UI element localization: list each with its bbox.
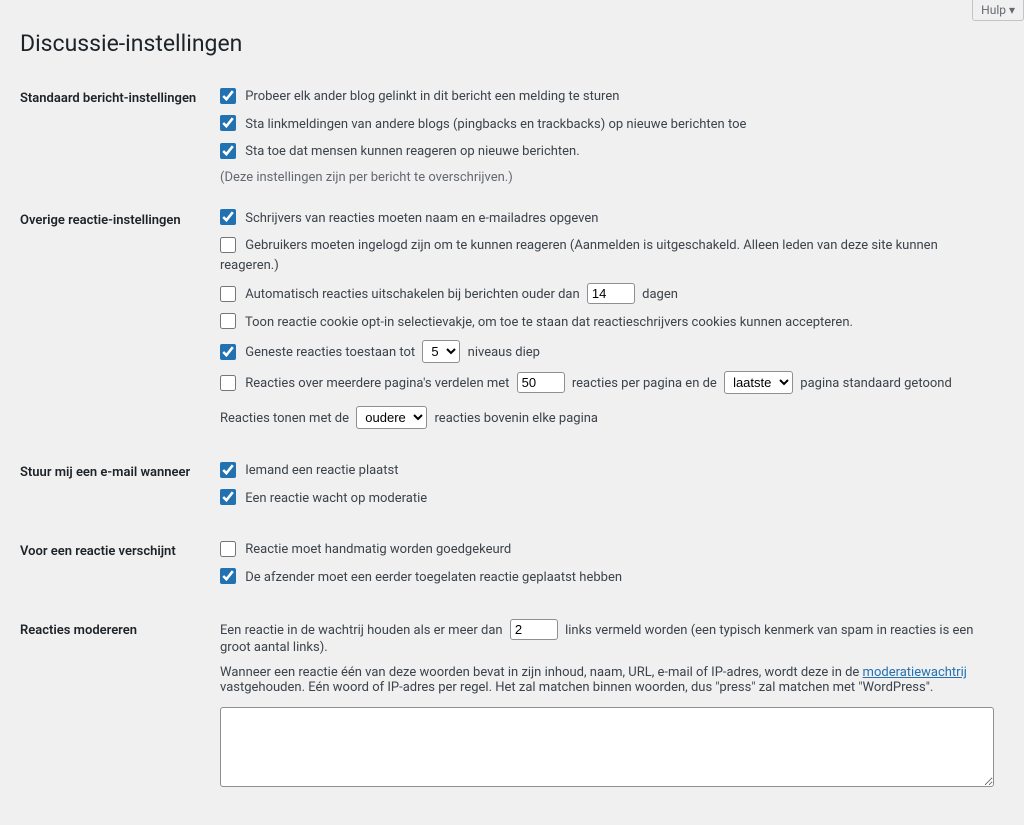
default-opt2-text: Sta linkmeldingen van andere blogs (ping…: [245, 117, 746, 132]
default-opt2-label[interactable]: Sta linkmeldingen van andere blogs (ping…: [220, 115, 994, 135]
per-page-input[interactable]: [517, 372, 565, 393]
comment-order-select[interactable]: oudere: [356, 406, 427, 429]
other-opt7-post: reacties bovenin elke pagina: [435, 411, 598, 426]
default-page-select[interactable]: laatste: [724, 371, 793, 394]
other-opt5-pre: Geneste reacties toestaan tot: [245, 345, 415, 360]
default-opt2-checkbox[interactable]: [220, 115, 236, 131]
page-title: Discussie-instellingen: [20, 30, 1004, 57]
other-opt4-text: Toon reactie cookie opt-in selectievakje…: [245, 315, 853, 330]
section-heading-before: Voor een reactie verschijnt: [20, 530, 220, 609]
other-opt6-post: pagina standaard getoond: [800, 376, 952, 391]
email-opt1-checkbox[interactable]: [220, 462, 236, 478]
section-heading-email: Stuur mij een e-mail wanneer: [20, 451, 220, 530]
section-heading-moderate: Reacties modereren: [20, 609, 220, 805]
before-opt1-text: Reactie moet handmatig worden goedgekeur…: [245, 542, 511, 557]
close-days-input[interactable]: [587, 283, 635, 304]
max-links-input[interactable]: [510, 619, 558, 640]
other-opt1-text: Schrijvers van reacties moeten naam en e…: [245, 211, 598, 226]
other-opt2-checkbox[interactable]: [220, 237, 236, 253]
before-opt2-text: De afzender moet een eerder toegelaten r…: [245, 570, 622, 585]
email-opt2-text: Een reactie wacht op moderatie: [245, 491, 427, 506]
default-opt1-text: Probeer elk ander blog gelinkt in dit be…: [245, 89, 619, 104]
other-opt4-checkbox[interactable]: [220, 313, 236, 329]
default-opt3-checkbox[interactable]: [220, 143, 236, 159]
other-opt3-post: dagen: [642, 287, 678, 302]
other-opt6-label[interactable]: Reacties over meerdere pagina's verdelen…: [220, 371, 994, 394]
other-opt5-label[interactable]: Geneste reacties toestaan tot 5 niveaus …: [220, 340, 994, 363]
before-opt2-label[interactable]: De afzender moet een eerder toegelaten r…: [220, 568, 994, 588]
default-note: (Deze instellingen zijn per bericht te o…: [220, 170, 994, 185]
email-opt1-label[interactable]: Iemand een reactie plaatst: [220, 461, 994, 481]
moderation-keys-textarea[interactable]: [220, 707, 994, 787]
before-opt1-checkbox[interactable]: [220, 541, 236, 557]
default-opt1-label[interactable]: Probeer elk ander blog gelinkt in dit be…: [220, 87, 994, 107]
other-opt1-checkbox[interactable]: [220, 209, 236, 225]
other-opt2-text: Gebruikers moeten ingelogd zijn om te ku…: [220, 238, 938, 273]
moderate-p1-pre: Een reactie in de wachtrij houden als er…: [220, 623, 503, 638]
thread-depth-select[interactable]: 5: [422, 340, 460, 363]
other-opt2-label[interactable]: Gebruikers moeten ingelogd zijn om te ku…: [220, 236, 994, 275]
other-opt6-pre: Reacties over meerdere pagina's verdelen…: [245, 376, 509, 391]
before-opt1-label[interactable]: Reactie moet handmatig worden goedgekeur…: [220, 540, 994, 560]
moderate-p2-pre: Wanneer een reactie één van deze woorden…: [220, 665, 863, 680]
help-button[interactable]: Hulp ▾: [972, 0, 1024, 21]
default-opt3-text: Sta toe dat mensen kunnen reageren op ni…: [245, 144, 579, 159]
other-opt7-pre: Reacties tonen met de: [220, 411, 349, 426]
other-opt3-pre: Automatisch reacties uitschakelen bij be…: [245, 287, 579, 302]
other-opt3-label[interactable]: Automatisch reacties uitschakelen bij be…: [220, 283, 994, 305]
other-opt5-post: niveaus diep: [468, 345, 540, 360]
other-opt6-mid: reacties per pagina en de: [572, 376, 717, 391]
email-opt2-checkbox[interactable]: [220, 489, 236, 505]
email-opt1-text: Iemand een reactie plaatst: [245, 463, 398, 478]
moderation-queue-link[interactable]: moderatiewachtrij: [863, 665, 967, 680]
other-opt7-label: Reacties tonen met de oudere reacties bo…: [220, 406, 994, 429]
default-opt3-label[interactable]: Sta toe dat mensen kunnen reageren op ni…: [220, 142, 994, 162]
section-heading-default: Standaard bericht-instellingen: [20, 77, 220, 199]
default-opt1-checkbox[interactable]: [220, 88, 236, 104]
other-opt3-checkbox[interactable]: [220, 286, 236, 302]
other-opt1-label[interactable]: Schrijvers van reacties moeten naam en e…: [220, 209, 994, 229]
moderate-links-row: Een reactie in de wachtrij houden als er…: [220, 619, 994, 655]
before-opt2-checkbox[interactable]: [220, 568, 236, 584]
moderate-keys-desc: Wanneer een reactie één van deze woorden…: [220, 665, 994, 695]
other-opt5-checkbox[interactable]: [220, 344, 236, 360]
other-opt6-checkbox[interactable]: [220, 375, 236, 391]
other-opt4-label[interactable]: Toon reactie cookie opt-in selectievakje…: [220, 313, 994, 333]
email-opt2-label[interactable]: Een reactie wacht op moderatie: [220, 489, 994, 509]
moderate-p2-post: vastgehouden. Eén woord of IP-adres per …: [220, 680, 933, 695]
section-heading-other: Overige reactie-instellingen: [20, 199, 220, 452]
